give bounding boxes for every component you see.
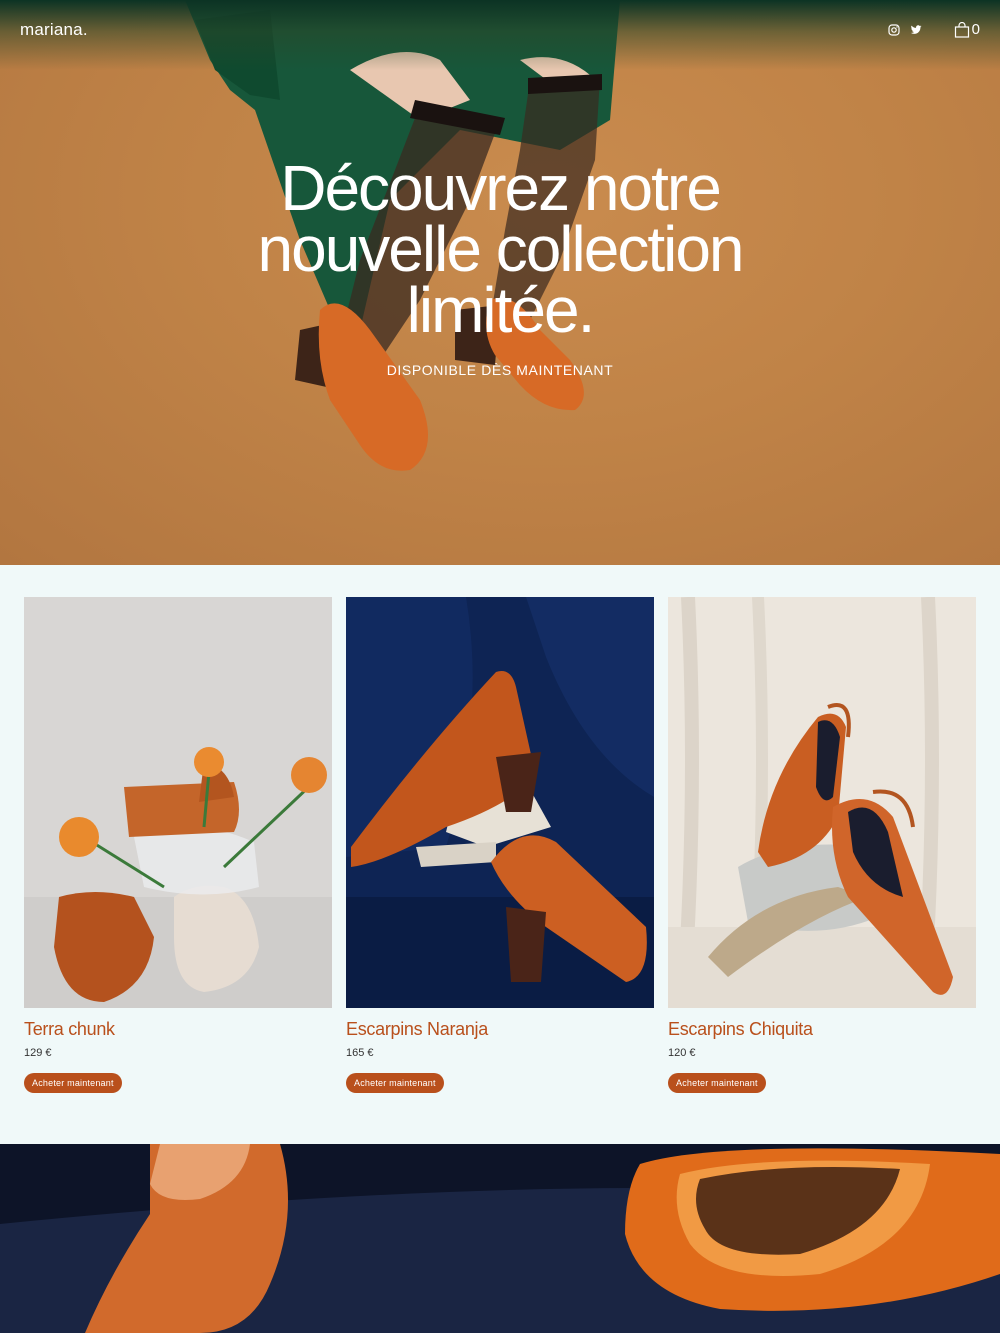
shopping-bag-icon bbox=[954, 21, 969, 38]
hero-title-line: limitée. bbox=[406, 274, 596, 346]
banner-photo bbox=[0, 1144, 1000, 1333]
twitter-icon[interactable] bbox=[910, 24, 922, 36]
product-image[interactable] bbox=[346, 597, 654, 1008]
product-image[interactable] bbox=[24, 597, 332, 1008]
site-header: mariana. 0 bbox=[0, 0, 1000, 62]
hero-section: mariana. 0 Découvrez notre nouvelle coll… bbox=[0, 0, 1000, 565]
product-grid: Terra chunk 129 € Acheter maintenant Esc… bbox=[0, 565, 1000, 1144]
cart-button[interactable]: 0 bbox=[954, 21, 980, 38]
buy-now-button[interactable]: Acheter maintenant bbox=[668, 1073, 766, 1093]
hero-title-line: nouvelle collection bbox=[257, 213, 745, 285]
product-name[interactable]: Escarpins Naranja bbox=[346, 1019, 654, 1040]
hero-title: Découvrez notre nouvelle collection limi… bbox=[0, 152, 1000, 346]
bottom-banner bbox=[0, 1144, 1000, 1333]
product-price: 129 € bbox=[24, 1047, 52, 1059]
hero-title-line: Découvrez notre bbox=[280, 152, 722, 224]
brand-logo[interactable]: mariana. bbox=[20, 20, 88, 40]
product-price: 165 € bbox=[346, 1047, 374, 1059]
product-name[interactable]: Escarpins Chiquita bbox=[668, 1019, 976, 1040]
buy-now-button[interactable]: Acheter maintenant bbox=[24, 1073, 122, 1093]
instagram-icon[interactable] bbox=[888, 23, 900, 36]
buy-now-button[interactable]: Acheter maintenant bbox=[346, 1073, 444, 1093]
product-image[interactable] bbox=[668, 597, 976, 1008]
product-name[interactable]: Terra chunk bbox=[24, 1019, 332, 1040]
header-actions: 0 bbox=[888, 21, 980, 38]
product-card: Escarpins Chiquita 120 € Acheter mainten… bbox=[668, 597, 976, 1093]
product-price: 120 € bbox=[668, 1047, 696, 1059]
cart-count: 0 bbox=[971, 21, 980, 38]
product-card: Terra chunk 129 € Acheter maintenant bbox=[24, 597, 332, 1093]
hero-subtitle: DISPONIBLE DÈS MAINTENANT bbox=[386, 362, 614, 378]
product-card: Escarpins Naranja 165 € Acheter maintena… bbox=[346, 597, 654, 1093]
